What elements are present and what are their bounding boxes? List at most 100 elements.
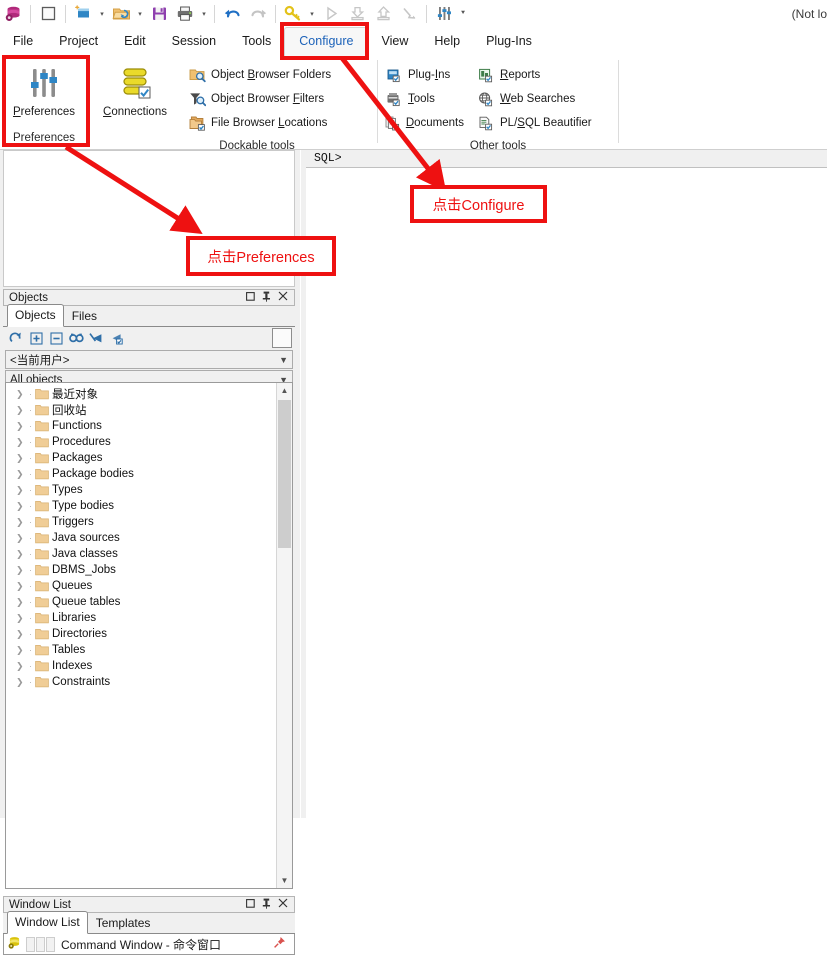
chevron-right-icon[interactable]: ❯ bbox=[16, 565, 29, 576]
tree-item[interactable]: ❯ · Package bodies bbox=[6, 466, 277, 482]
beautifier-item[interactable]: PL/SQL Beautifier bbox=[470, 111, 598, 135]
tree-item[interactable]: ❯ · Constraints bbox=[6, 674, 277, 690]
user-combo[interactable]: <当前用户> ▼ bbox=[5, 350, 293, 369]
collapse-all-icon[interactable] bbox=[46, 329, 66, 347]
web-searches-item[interactable]: Web Searches bbox=[470, 87, 598, 111]
print-icon[interactable] bbox=[172, 2, 198, 26]
chevron-right-icon[interactable]: ❯ bbox=[16, 597, 29, 608]
tree-item[interactable]: ❯ · Type bodies bbox=[6, 498, 277, 514]
refresh-icon[interactable] bbox=[6, 329, 26, 347]
window-list-item[interactable]: Command Window - 命令窗口 bbox=[3, 934, 295, 955]
menu-item-edit[interactable]: Edit bbox=[111, 27, 159, 56]
save-icon[interactable] bbox=[146, 2, 172, 26]
toolbar-separator bbox=[426, 4, 427, 23]
folder-icon bbox=[35, 500, 52, 512]
chevron-right-icon[interactable]: ❯ bbox=[16, 613, 29, 624]
tools-item[interactable]: Tools bbox=[378, 87, 470, 111]
tree-item[interactable]: ❯ · 回收站 bbox=[6, 402, 277, 418]
reports-item[interactable]: Reports bbox=[470, 63, 598, 87]
tree-item[interactable]: ❯ · Java classes bbox=[6, 546, 277, 562]
tree-item[interactable]: ❯ · Java sources bbox=[6, 530, 277, 546]
close-icon[interactable] bbox=[278, 898, 288, 911]
plug-ins-item[interactable]: Plug-Ins bbox=[378, 63, 470, 87]
object-browser-filters-item[interactable]: Object Browser Filters bbox=[181, 87, 337, 111]
chevron-right-icon[interactable]: ❯ bbox=[16, 581, 29, 592]
tree-item[interactable]: ❯ · DBMS_Jobs bbox=[6, 562, 277, 578]
tab-templates[interactable]: Templates bbox=[88, 913, 159, 933]
chevron-right-icon[interactable]: ❯ bbox=[16, 405, 29, 416]
tab-files[interactable]: Files bbox=[64, 306, 105, 326]
tree-item-label: Tables bbox=[52, 644, 86, 656]
chevron-right-icon[interactable]: ❯ bbox=[16, 629, 29, 640]
menu-item-tools[interactable]: Tools bbox=[229, 27, 284, 56]
chevron-down-icon[interactable]: ▾ bbox=[198, 2, 210, 26]
pin-icon[interactable] bbox=[262, 291, 271, 305]
chevron-right-icon[interactable]: ❯ bbox=[16, 533, 29, 544]
tree-item[interactable]: ❯ · Functions bbox=[6, 418, 277, 434]
scroll-down-arrow[interactable]: ▼ bbox=[277, 873, 292, 888]
toolbar-separator bbox=[30, 4, 31, 23]
tree-item[interactable]: ❯ · Queues bbox=[6, 578, 277, 594]
sql-prompt[interactable]: SQL> bbox=[306, 150, 827, 168]
tab-objects[interactable]: Objects bbox=[7, 304, 64, 327]
tab-window-list[interactable]: Window List bbox=[7, 911, 88, 934]
find-icon[interactable] bbox=[66, 329, 86, 347]
tree-item[interactable]: ❯ · Triggers bbox=[6, 514, 277, 530]
object-tree[interactable]: ❯ · 最近对象 ❯ · 回收站 ❯ · Functions ❯ · Proce… bbox=[5, 382, 293, 889]
chevron-right-icon[interactable]: ❯ bbox=[16, 645, 29, 656]
menu-item-plugins[interactable]: Plug-Ins bbox=[473, 27, 545, 56]
tree-item[interactable]: ❯ · Libraries bbox=[6, 610, 277, 626]
chevron-right-icon[interactable]: ❯ bbox=[16, 485, 29, 496]
chevron-down-icon[interactable]: ▾ bbox=[134, 2, 146, 26]
pin-icon[interactable] bbox=[262, 898, 271, 912]
open-folder-icon[interactable] bbox=[108, 2, 134, 26]
chevron-right-icon[interactable]: ❯ bbox=[16, 437, 29, 448]
pin-icon[interactable] bbox=[273, 936, 294, 952]
chevron-right-icon[interactable]: ❯ bbox=[16, 517, 29, 528]
folder-icon bbox=[35, 452, 52, 464]
tree-item[interactable]: ❯ · Types bbox=[6, 482, 277, 498]
tree-item[interactable]: ❯ · Indexes bbox=[6, 658, 277, 674]
tree-item[interactable]: ❯ · 最近对象 bbox=[6, 386, 277, 402]
chevron-right-icon[interactable]: ❯ bbox=[16, 469, 29, 480]
new-window-icon[interactable] bbox=[35, 2, 61, 26]
maximize-icon[interactable] bbox=[246, 291, 255, 304]
overflow-icon[interactable]: ⯆ bbox=[457, 2, 469, 26]
database-icon[interactable] bbox=[0, 2, 26, 26]
file-browser-locations-item[interactable]: File Browser Locations bbox=[181, 111, 337, 135]
previous-match-icon[interactable] bbox=[86, 329, 106, 347]
tree-item[interactable]: ❯ · Queue tables bbox=[6, 594, 277, 610]
object-browser-folders-item[interactable]: Object Browser Folders bbox=[181, 63, 337, 87]
tree-item[interactable]: ❯ · Procedures bbox=[6, 434, 277, 450]
maximize-icon[interactable] bbox=[246, 898, 255, 911]
scroll-up-arrow[interactable]: ▲ bbox=[277, 383, 292, 398]
chevron-right-icon[interactable]: ❯ bbox=[16, 677, 29, 688]
scroll-thumb[interactable] bbox=[278, 400, 291, 548]
menu-item-project[interactable]: Project bbox=[46, 27, 111, 56]
color-swatch[interactable] bbox=[272, 328, 292, 348]
chevron-right-icon[interactable]: ❯ bbox=[16, 421, 29, 432]
undo-icon[interactable] bbox=[219, 2, 245, 26]
close-icon[interactable] bbox=[278, 291, 288, 304]
connections-button[interactable]: Connections bbox=[89, 60, 181, 118]
new-file-icon[interactable] bbox=[70, 2, 96, 26]
menu-item-view[interactable]: View bbox=[368, 27, 421, 56]
objects-panel: Objects Objects Files <当前用户> ▼ All objec… bbox=[3, 289, 295, 889]
chevron-right-icon[interactable]: ❯ bbox=[16, 549, 29, 560]
expand-all-icon[interactable] bbox=[26, 329, 46, 347]
menu-item-session[interactable]: Session bbox=[159, 27, 229, 56]
tree-scrollbar[interactable]: ▲ ▼ bbox=[276, 383, 292, 888]
chevron-right-icon[interactable]: ❯ bbox=[16, 661, 29, 672]
chevron-right-icon[interactable]: ❯ bbox=[16, 453, 29, 464]
tree-item[interactable]: ❯ · Tables bbox=[6, 642, 277, 658]
chevron-down-icon[interactable]: ▾ bbox=[96, 2, 108, 26]
menu-item-file[interactable]: File bbox=[0, 27, 46, 56]
tree-item[interactable]: ❯ · Packages bbox=[6, 450, 277, 466]
filter-icon[interactable] bbox=[106, 329, 126, 347]
chevron-right-icon[interactable]: ❯ bbox=[16, 389, 29, 400]
chevron-right-icon[interactable]: ❯ bbox=[16, 501, 29, 512]
tree-item[interactable]: ❯ · Directories bbox=[6, 626, 277, 642]
preferences-icon[interactable] bbox=[431, 2, 457, 26]
documents-item[interactable]: Documents bbox=[378, 111, 470, 135]
menu-item-help[interactable]: Help bbox=[421, 27, 473, 56]
